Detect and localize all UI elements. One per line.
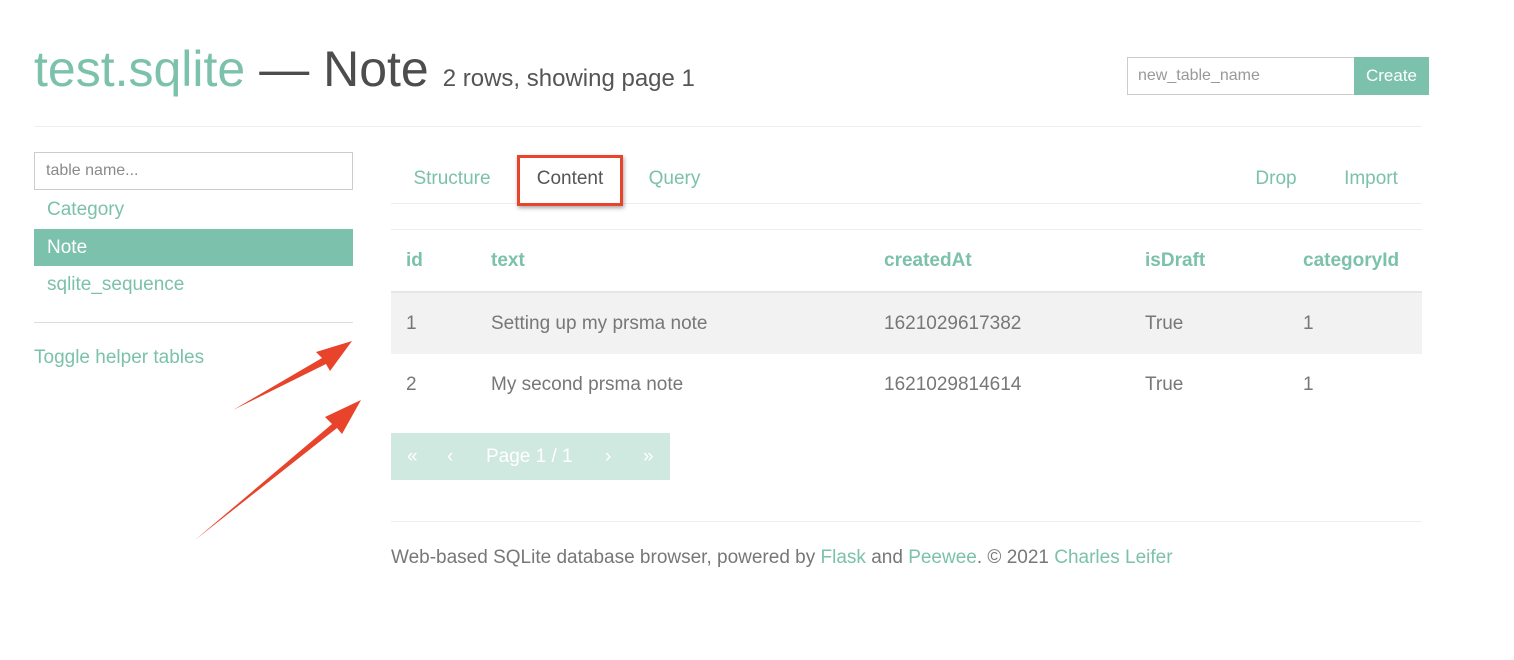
pagination: « ‹ Page 1 / 1 › » bbox=[391, 433, 670, 480]
peewee-link[interactable]: Peewee bbox=[908, 547, 977, 568]
footer-text: Web-based SQLite database browser, power… bbox=[391, 547, 821, 568]
table-tabs: Structure Content Query Drop Import bbox=[391, 155, 1422, 206]
flask-link[interactable]: Flask bbox=[821, 547, 866, 568]
sidebar: Category Note sqlite_sequence Toggle hel… bbox=[34, 152, 353, 369]
new-table-name-input[interactable] bbox=[1127, 57, 1354, 95]
table-list: Category Note sqlite_sequence bbox=[34, 191, 353, 304]
sidebar-item-sqlite-sequence[interactable]: sqlite_sequence bbox=[34, 266, 353, 304]
tab-structure[interactable]: Structure bbox=[412, 155, 492, 203]
table-row[interactable]: 2 My second prsma note 1621029814614 Tru… bbox=[391, 354, 1422, 415]
tab-drop[interactable]: Drop bbox=[1254, 155, 1298, 203]
toggle-helper-tables-link[interactable]: Toggle helper tables bbox=[34, 347, 353, 369]
next-page-button[interactable]: › bbox=[605, 446, 611, 468]
footer-divider bbox=[391, 521, 1422, 522]
sidebar-divider bbox=[34, 321, 353, 323]
page: test.sqlite — Note 2 rows, showing page … bbox=[0, 0, 1514, 660]
content-table: id text createdAt isDraft categoryId 1 S… bbox=[391, 229, 1422, 415]
cell-categoryid: 1 bbox=[1288, 292, 1422, 354]
sidebar-item-note[interactable]: Note bbox=[34, 228, 353, 266]
cell-categoryid: 1 bbox=[1303, 373, 1314, 395]
column-header-id[interactable]: id bbox=[391, 229, 476, 293]
column-header-isdraft[interactable]: isDraft bbox=[1130, 229, 1288, 293]
column-header-text[interactable]: text bbox=[476, 229, 869, 293]
table-filter-input[interactable] bbox=[34, 152, 353, 190]
create-button[interactable]: Create bbox=[1354, 57, 1429, 95]
annotation-arrow-icon bbox=[195, 400, 361, 540]
cell-isdraft: True bbox=[1130, 292, 1288, 354]
sidebar-item-category[interactable]: Category bbox=[34, 191, 353, 229]
page-header: test.sqlite — Note 2 rows, showing page … bbox=[34, 40, 695, 110]
table-row[interactable]: 1 Setting up my prsma note 1621029617382… bbox=[391, 292, 1422, 354]
table-header-row: id text createdAt isDraft categoryId bbox=[391, 229, 1422, 293]
footer-copyright: . © 2021 bbox=[976, 547, 1055, 568]
create-table-form: Create bbox=[1127, 57, 1429, 95]
cell-text: My second prsma note bbox=[491, 373, 684, 395]
author-link[interactable]: Charles Leifer bbox=[1054, 547, 1172, 568]
table-title: — Note bbox=[259, 41, 429, 97]
tab-content[interactable]: Content bbox=[517, 155, 623, 206]
header-divider bbox=[34, 126, 1422, 127]
last-page-button[interactable]: » bbox=[643, 446, 654, 468]
footer-and: and bbox=[865, 547, 909, 568]
column-header-createdat[interactable]: createdAt bbox=[869, 229, 1130, 293]
database-name-link[interactable]: test.sqlite bbox=[34, 40, 245, 98]
page-indicator: Page 1 / 1 bbox=[486, 446, 573, 467]
tab-import[interactable]: Import bbox=[1341, 155, 1401, 203]
cell-createdat: 1621029814614 bbox=[884, 373, 1022, 395]
first-page-button[interactable]: « bbox=[407, 446, 418, 468]
rows-info: 2 rows, showing page 1 bbox=[442, 65, 695, 92]
cell-isdraft: True bbox=[1145, 373, 1184, 395]
cell-text: Setting up my prsma note bbox=[476, 292, 869, 354]
cell-id: 2 bbox=[406, 373, 417, 395]
tab-query[interactable]: Query bbox=[647, 155, 702, 203]
column-header-categoryid[interactable]: categoryId bbox=[1288, 229, 1422, 293]
cell-id: 1 bbox=[391, 292, 476, 354]
footer: Web-based SQLite database browser, power… bbox=[391, 547, 1173, 569]
previous-page-button[interactable]: ‹ bbox=[447, 446, 453, 468]
cell-createdat: 1621029617382 bbox=[869, 292, 1130, 354]
